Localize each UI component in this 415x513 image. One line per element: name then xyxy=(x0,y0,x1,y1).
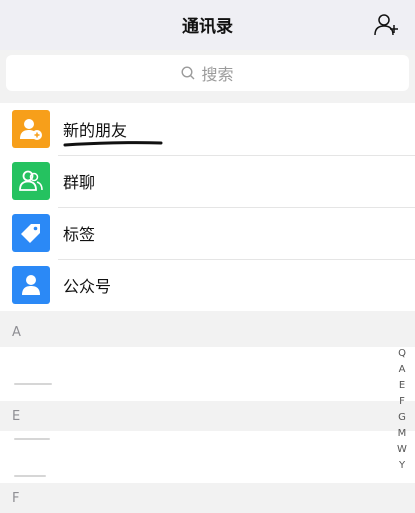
index-letter[interactable]: E xyxy=(399,378,405,394)
official-account-icon xyxy=(22,275,40,295)
alphabet-index[interactable]: Q A E F G M W Y xyxy=(395,346,409,474)
add-contact-button[interactable] xyxy=(373,11,401,39)
tag-icon xyxy=(21,224,40,243)
index-letter[interactable]: Y xyxy=(399,458,405,474)
list-item-official-accounts[interactable]: 公众号 xyxy=(0,259,415,311)
blurred-contact-name xyxy=(14,475,46,477)
search-bar[interactable]: 搜索 xyxy=(6,55,409,91)
official-account-icon-box xyxy=(12,266,50,304)
section-header-a: A xyxy=(12,324,21,340)
index-letter[interactable]: F xyxy=(399,394,405,410)
section-header-e: E xyxy=(12,408,21,424)
new-friends-label: 新的朋友 xyxy=(63,121,128,140)
page-title: 通讯录 xyxy=(182,17,233,37)
index-letter[interactable]: M xyxy=(398,426,407,442)
new-friend-icon xyxy=(20,119,42,140)
blurred-contact-name xyxy=(14,383,52,385)
list-item-tags[interactable]: 标签 xyxy=(0,207,415,259)
official-accounts-label: 公众号 xyxy=(63,277,112,296)
group-chats-label: 群聊 xyxy=(63,173,96,192)
list-item-new-friends[interactable]: 新的朋友 xyxy=(0,103,415,155)
search-icon xyxy=(181,66,195,80)
list-item-group-chats[interactable]: 群聊 xyxy=(0,155,415,207)
annotation-underline xyxy=(63,141,163,147)
group-chat-icon-box xyxy=(12,162,50,200)
index-letter[interactable]: A xyxy=(399,362,406,378)
blurred-contact-name xyxy=(14,438,50,440)
add-user-icon xyxy=(374,14,398,36)
contact-row[interactable] xyxy=(0,347,415,401)
tags-label: 标签 xyxy=(63,225,96,244)
index-letter[interactable]: W xyxy=(397,442,407,458)
nav-bar: 通讯录 xyxy=(0,0,415,50)
feature-list: 新的朋友 群聊 标签 公众号 xyxy=(0,103,415,311)
contact-row[interactable] xyxy=(0,431,415,483)
search-placeholder: 搜索 xyxy=(201,65,234,84)
tag-icon-box xyxy=(12,214,50,252)
new-friend-icon-box xyxy=(12,110,50,148)
index-letter[interactable]: G xyxy=(398,410,406,426)
index-search-letter[interactable]: Q xyxy=(398,346,406,362)
section-header-f: F xyxy=(12,490,20,506)
group-chat-icon xyxy=(19,170,43,191)
